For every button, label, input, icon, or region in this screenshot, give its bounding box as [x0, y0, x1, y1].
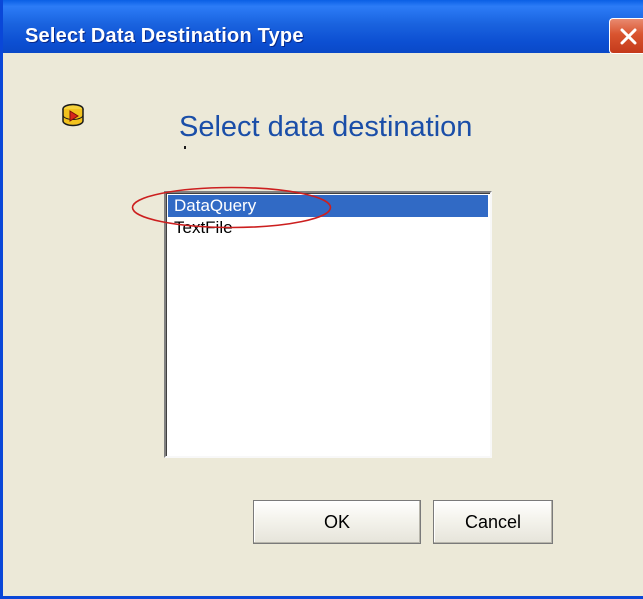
close-button[interactable]	[609, 18, 643, 54]
cancel-button[interactable]: Cancel	[433, 500, 553, 544]
database-icon	[58, 100, 88, 130]
list-item-dataquery[interactable]: DataQuery	[168, 195, 488, 217]
window-title: Select Data Destination Type	[25, 25, 304, 47]
dialog-heading: Select data destination	[179, 111, 473, 143]
ok-button[interactable]: OK	[253, 500, 421, 544]
list-item-textfile[interactable]: TextFile	[168, 217, 488, 239]
heading-artifact	[184, 146, 186, 149]
dialog-window: Select Data Destination Type Select data…	[0, 0, 643, 599]
title-bar[interactable]: Select Data Destination Type	[3, 0, 643, 54]
close-icon	[620, 28, 637, 45]
destination-listbox[interactable]: DataQuery TextFile	[164, 191, 492, 458]
